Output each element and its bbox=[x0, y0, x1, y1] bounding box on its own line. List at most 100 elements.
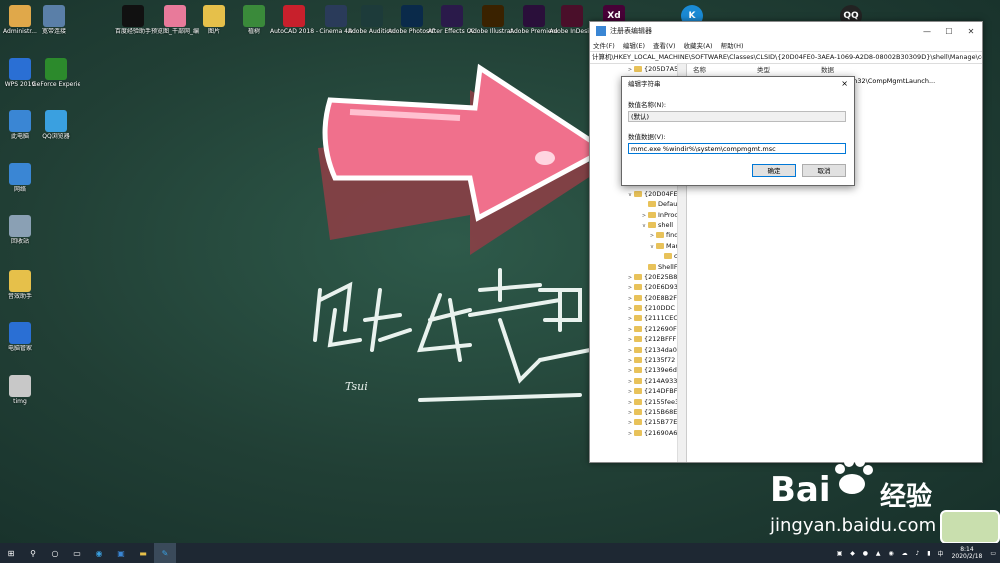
system-tray: ▣ ◆ ● ▲ ◉ ☁ ♪ ▮ 中 8:14 2020/2/18 ▭ bbox=[837, 543, 1000, 563]
tree-item-label: {2134da0 bbox=[644, 345, 677, 354]
folder-icon bbox=[656, 232, 664, 239]
title-bar[interactable]: 注册表编辑器 — ☐ ✕ bbox=[590, 22, 982, 40]
desktop-icon[interactable]: 百度经验助手 bbox=[109, 5, 157, 35]
ok-button[interactable]: 确定 bbox=[752, 164, 796, 177]
cortana-icon[interactable]: ○ bbox=[44, 543, 66, 563]
desktop-icon[interactable]: 宽带连接 bbox=[30, 5, 78, 35]
file-explorer-icon[interactable]: ▬ bbox=[132, 543, 154, 563]
folder-icon bbox=[634, 273, 642, 280]
app-icon bbox=[203, 5, 225, 27]
minimize-icon[interactable]: — bbox=[916, 27, 938, 36]
tree-item-label: {215B68E bbox=[644, 407, 678, 416]
column-name[interactable]: 名称 bbox=[687, 64, 751, 76]
ime-indicator[interactable]: 中 bbox=[938, 549, 944, 558]
menu-edit[interactable]: 编辑(E) bbox=[623, 40, 645, 51]
store-icon[interactable]: ▣ bbox=[110, 543, 132, 563]
desktop-icon-label: 电脑管家 bbox=[7, 345, 32, 352]
value-name-label: 数值名称(N): bbox=[628, 101, 667, 109]
tree-item-label: {2111CEC bbox=[644, 314, 678, 323]
desktop-icon-label: 回收站 bbox=[10, 238, 29, 245]
tray-icons[interactable]: ▣ ◆ ● ▲ ◉ ☁ ♪ ▮ bbox=[837, 550, 934, 557]
folder-icon bbox=[634, 336, 642, 343]
desktop-icon-label: 宽带连接 bbox=[41, 28, 66, 35]
desktop-icon[interactable]: 音效助手 bbox=[0, 270, 44, 300]
value-data-label: 数值数据(V): bbox=[628, 133, 666, 141]
desktop-icon[interactable]: QQ浏览器 bbox=[32, 110, 80, 140]
watermark-badge bbox=[940, 510, 1000, 544]
folder-icon bbox=[634, 429, 642, 436]
qq-browser-taskbar-icon[interactable]: ◉ bbox=[88, 543, 110, 563]
baidu-paw-icon bbox=[835, 457, 873, 494]
value-data-input[interactable]: mmc.exe %windir%\system\compmgmt.msc bbox=[628, 143, 846, 154]
tree-item-label: {205D7A5 bbox=[644, 65, 679, 73]
menu-file[interactable]: 文件(F) bbox=[593, 40, 615, 51]
tree-item-label: InProc bbox=[658, 210, 678, 219]
desktop-icon[interactable]: timg bbox=[0, 375, 44, 405]
regedit-taskbar-icon[interactable]: ✎ bbox=[154, 543, 176, 563]
close-icon[interactable]: ✕ bbox=[960, 27, 982, 36]
app-icon bbox=[43, 5, 65, 27]
menu-bar: 文件(F) 编辑(E) 查看(V) 收藏夹(A) 帮助(H) bbox=[590, 40, 982, 51]
cancel-button[interactable]: 取消 bbox=[802, 164, 846, 177]
app-icon bbox=[243, 5, 265, 27]
column-type[interactable]: 类型 bbox=[751, 64, 815, 76]
tree-item-label: {21690A6 bbox=[644, 428, 678, 437]
tree-item-label: {212BFFF bbox=[644, 335, 677, 344]
window-title: 注册表编辑器 bbox=[610, 27, 652, 35]
app-icon bbox=[441, 5, 463, 27]
tree-item-label: {20E6D93 bbox=[644, 283, 678, 292]
folder-icon bbox=[648, 221, 656, 228]
menu-view[interactable]: 查看(V) bbox=[653, 40, 676, 51]
value-name-field: (默认) bbox=[628, 111, 846, 122]
app-icon bbox=[9, 110, 31, 132]
desktop-icon-label: timg bbox=[13, 398, 27, 405]
app-icon bbox=[9, 270, 31, 292]
folder-icon bbox=[634, 305, 642, 312]
app-icon bbox=[283, 5, 305, 27]
tree-item-label: {215B77E bbox=[644, 418, 678, 427]
tree-item-label: {2135f72 bbox=[644, 356, 676, 365]
dialog-close-icon[interactable]: × bbox=[841, 79, 848, 88]
desktop-icon-label: GeForce Experience bbox=[32, 81, 80, 88]
edit-string-dialog[interactable]: 编辑字符串 × 数值名称(N): (默认) 数值数据(V): mmc.exe %… bbox=[621, 76, 855, 186]
wallpaper-signature: Tsui bbox=[345, 380, 368, 393]
desktop-icon-label: 音效助手 bbox=[7, 293, 32, 300]
folder-icon bbox=[634, 294, 642, 301]
app-icon bbox=[561, 5, 583, 27]
task-view-icon[interactable]: ▭ bbox=[66, 543, 88, 563]
menu-help[interactable]: 帮助(H) bbox=[721, 40, 744, 51]
dialog-title: 编辑字符串 bbox=[628, 80, 661, 88]
desktop-icon[interactable]: 回收站 bbox=[0, 215, 44, 245]
notification-icon[interactable]: ▭ bbox=[990, 550, 996, 557]
address-bar[interactable]: 计算机\HKEY_LOCAL_MACHINE\SOFTWARE\Classes\… bbox=[590, 51, 982, 64]
watermark-brand-2: 经验 bbox=[880, 482, 933, 512]
desktop-icon-label: 网络 bbox=[13, 186, 26, 193]
watermark-brand: Bai bbox=[770, 470, 831, 510]
folder-icon bbox=[634, 66, 642, 72]
desktop-icon[interactable]: GeForce Experience bbox=[32, 58, 80, 88]
app-icon bbox=[164, 5, 186, 27]
tree-item-label: {2139e6d bbox=[644, 366, 677, 375]
desktop-icon[interactable]: 网络 bbox=[0, 163, 44, 193]
tree-item-label: {214DFBF bbox=[644, 387, 678, 396]
tree-item-label: {20D04FE bbox=[644, 189, 678, 198]
expand-arrow-icon[interactable]: > bbox=[626, 65, 634, 75]
folder-icon bbox=[634, 284, 642, 291]
folder-icon bbox=[634, 419, 642, 426]
expand-arrow-icon[interactable]: > bbox=[626, 429, 634, 439]
desktop-icon[interactable]: 电脑管家 bbox=[0, 322, 44, 352]
folder-icon bbox=[634, 346, 642, 353]
app-icon bbox=[9, 58, 31, 80]
column-data[interactable]: 数据 bbox=[815, 64, 834, 76]
start-button[interactable]: ⊞ bbox=[0, 543, 22, 563]
app-icon bbox=[482, 5, 504, 27]
desktop-icon-label: QQ浏览器 bbox=[42, 133, 70, 140]
search-icon[interactable]: ⚲ bbox=[22, 543, 44, 563]
menu-favorites[interactable]: 收藏夹(A) bbox=[684, 40, 713, 51]
app-icon bbox=[45, 110, 67, 132]
maximize-icon[interactable]: ☐ bbox=[938, 27, 960, 36]
app-icon bbox=[401, 5, 423, 27]
clock[interactable]: 8:14 2020/2/18 bbox=[952, 546, 983, 560]
desktop-icon[interactable]: AutoCAD 2018 - 简... bbox=[270, 5, 318, 35]
tree-item-label: shell bbox=[658, 220, 674, 229]
